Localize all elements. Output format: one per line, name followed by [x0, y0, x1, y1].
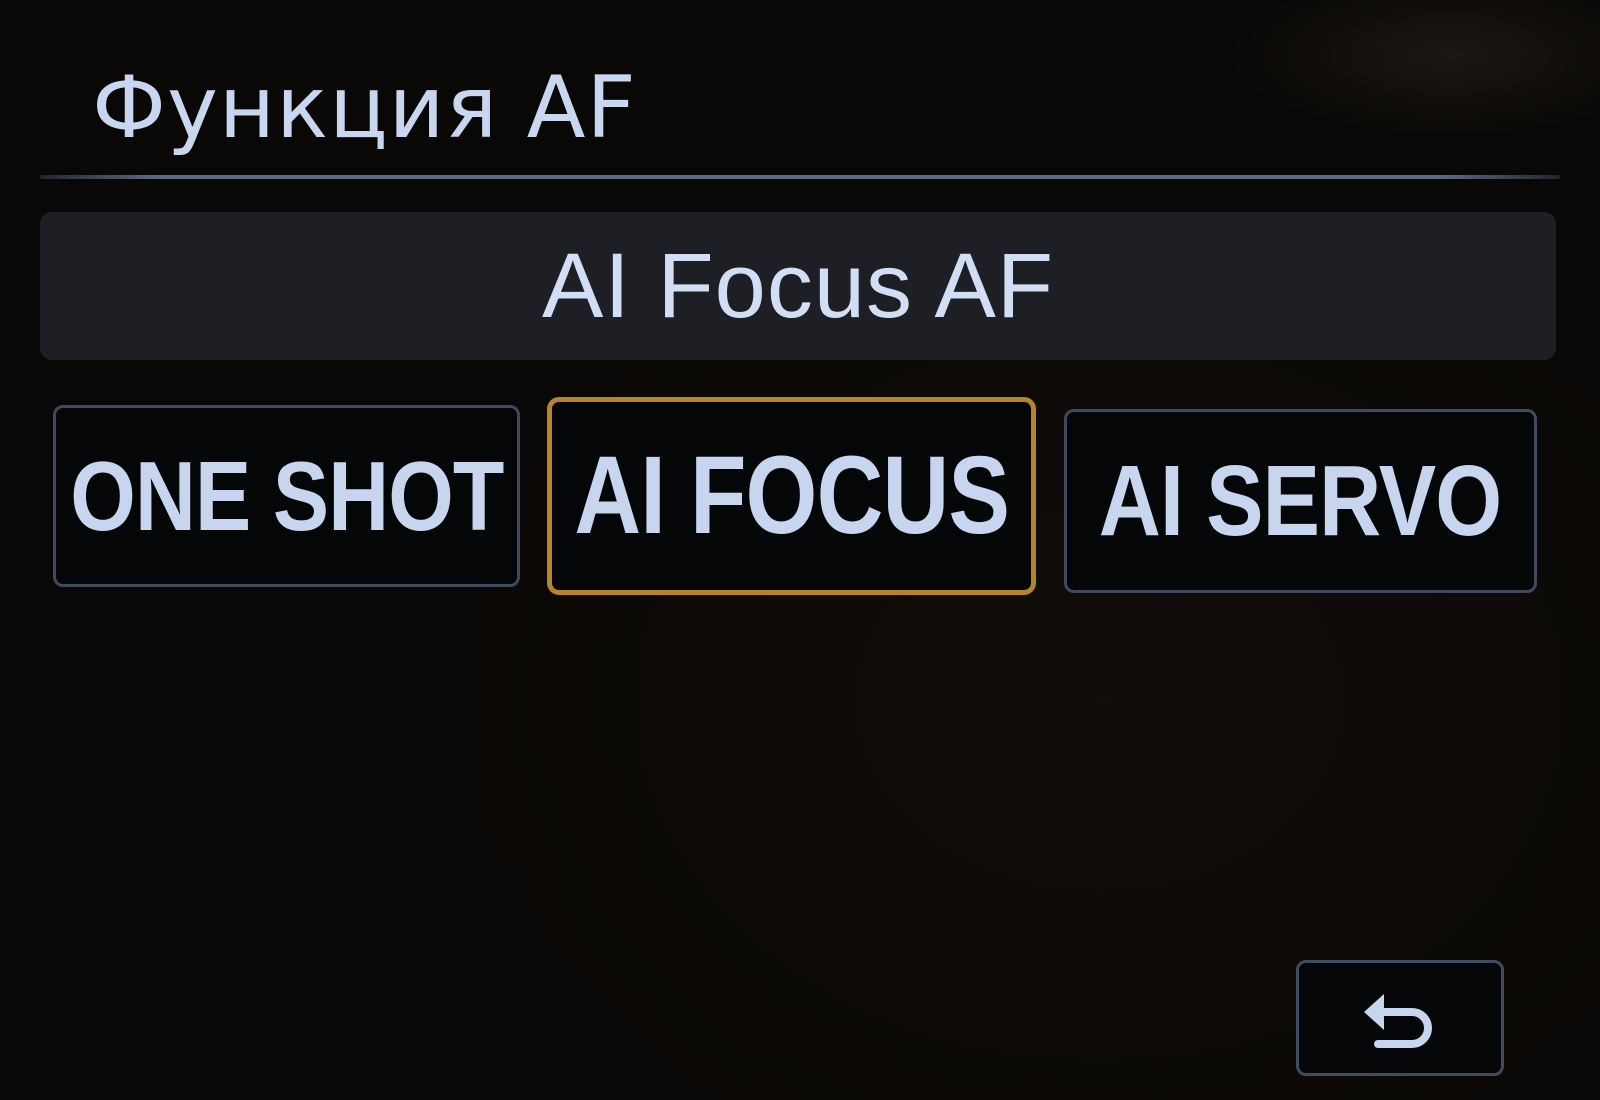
ai-servo-option-button[interactable]: AI SERVO [1064, 409, 1537, 593]
return-arrow-icon [1364, 994, 1432, 1048]
header-divider [40, 175, 1560, 179]
back-button[interactable] [1296, 960, 1504, 1076]
camera-menu-screen: Функция AF AI Focus AF ONE SHOT AI FOCUS… [0, 0, 1600, 1100]
page-title: Функция AF [92, 58, 637, 158]
current-mode-display: AI Focus AF [40, 212, 1556, 360]
current-mode-label: AI Focus AF [541, 235, 1055, 337]
one-shot-option-label: ONE SHOT [69, 441, 504, 551]
ai-focus-option-button[interactable]: AI FOCUS [547, 397, 1036, 595]
one-shot-option-button[interactable]: ONE SHOT [53, 405, 520, 587]
ai-servo-option-label: AI SERVO [1099, 445, 1502, 557]
ai-focus-option-label: AI FOCUS [574, 434, 1010, 557]
